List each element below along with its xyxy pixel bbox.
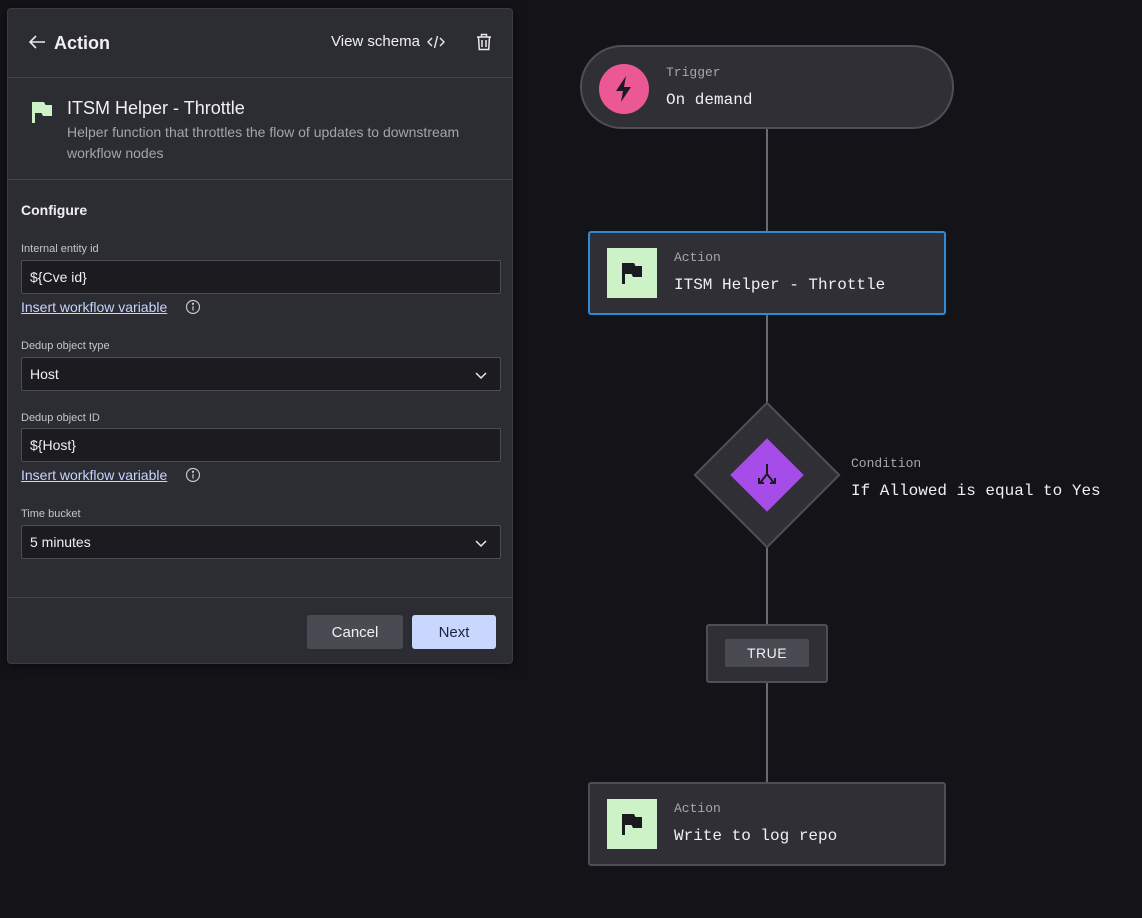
next-button[interactable]: Next xyxy=(412,615,496,649)
flag-icon xyxy=(622,814,642,835)
dedup-object-type-select[interactable]: Host xyxy=(21,357,501,391)
flag-icon xyxy=(622,263,642,284)
chevron-down-icon xyxy=(475,540,487,548)
internal-entity-id-input[interactable]: ${Cve id} xyxy=(21,260,501,294)
dedup-object-id-input[interactable]: ${Host} xyxy=(21,428,501,462)
action-name: ITSM Helper - Throttle xyxy=(67,98,245,118)
info-icon[interactable] xyxy=(185,299,201,315)
true-branch-label: TRUE xyxy=(725,639,809,667)
time-bucket-value: 5 minutes xyxy=(30,534,91,550)
configure-heading: Configure xyxy=(21,202,88,218)
action-icon-badge xyxy=(607,248,657,298)
merge-icon xyxy=(758,464,776,484)
action-config-panel: Action View schema ITSM Helper - Throttl… xyxy=(7,8,513,664)
cancel-button[interactable]: Cancel xyxy=(307,615,403,649)
condition-label: Condition xyxy=(851,456,922,471)
action-text: ITSM Helper - Throttle xyxy=(674,276,886,294)
action-info: ITSM Helper - Throttle Helper function t… xyxy=(8,78,512,180)
internal-entity-id-label: Internal entity id xyxy=(21,243,99,255)
back-arrow-icon[interactable] xyxy=(26,31,48,53)
connector-line xyxy=(766,129,768,231)
panel-footer: Cancel Next xyxy=(8,597,512,664)
panel-title: Action xyxy=(54,33,110,53)
time-bucket-select[interactable]: 5 minutes xyxy=(21,525,501,559)
trash-icon[interactable] xyxy=(475,32,493,52)
code-icon[interactable] xyxy=(427,33,445,51)
time-bucket-label: Time bucket xyxy=(21,508,81,520)
info-icon[interactable] xyxy=(185,467,201,483)
action-node-throttle[interactable]: Action ITSM Helper - Throttle xyxy=(588,231,946,315)
trigger-label: Trigger xyxy=(666,65,721,80)
action-node-write-log[interactable]: Action Write to log repo xyxy=(588,782,946,866)
insert-workflow-variable-link[interactable]: Insert workflow variable xyxy=(21,467,167,483)
insert-workflow-variable-link[interactable]: Insert workflow variable xyxy=(21,299,167,315)
trigger-icon-badge xyxy=(599,64,649,114)
action-description: Helper function that throttles the flow … xyxy=(67,124,460,161)
flag-icon xyxy=(32,102,52,123)
action-label: Action xyxy=(674,801,721,816)
trigger-node[interactable]: Trigger On demand xyxy=(580,45,954,129)
lightning-icon xyxy=(616,76,631,102)
true-branch-node[interactable]: TRUE xyxy=(706,624,828,683)
connector-line xyxy=(766,683,768,783)
chevron-down-icon xyxy=(475,372,487,380)
dedup-object-id-label: Dedup object ID xyxy=(21,412,100,424)
trigger-text: On demand xyxy=(666,91,753,109)
condition-text: If Allowed is equal to Yes xyxy=(851,482,1101,500)
action-text: Write to log repo xyxy=(674,827,838,845)
dedup-object-type-value: Host xyxy=(30,366,59,382)
dedup-object-type-label: Dedup object type xyxy=(21,340,110,352)
view-schema-button[interactable]: View schema xyxy=(331,33,420,50)
action-icon-badge xyxy=(607,799,657,849)
action-label: Action xyxy=(674,250,721,265)
panel-header: Action View schema xyxy=(8,9,512,78)
